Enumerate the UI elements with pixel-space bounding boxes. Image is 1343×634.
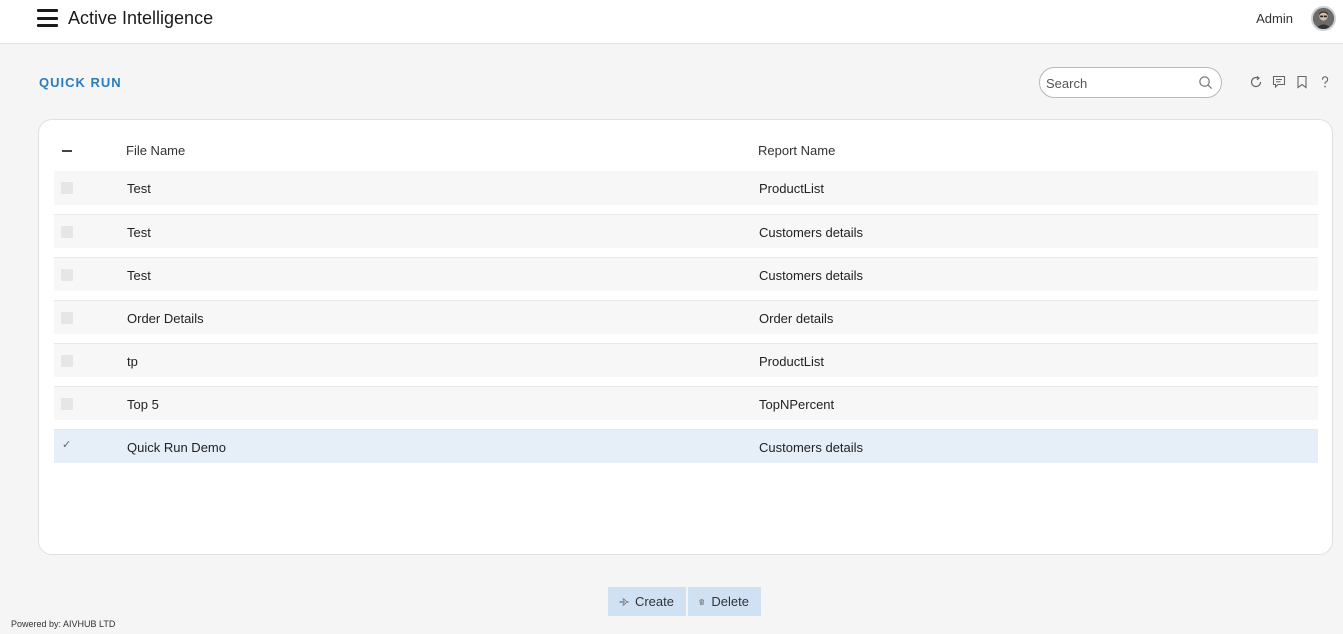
search-box[interactable] [1039, 67, 1222, 98]
toolbar-icons [1249, 74, 1332, 90]
row-checkbox[interactable] [61, 226, 73, 238]
cell-report-name: Customers details [759, 225, 864, 240]
checkmark-icon: ✓ [62, 439, 72, 451]
delete-button[interactable]: Delete [688, 587, 761, 616]
create-label: Create [634, 594, 674, 609]
row-checkbox[interactable] [61, 269, 73, 281]
table-row[interactable]: Test Customers details [54, 214, 1318, 248]
cell-file-name: Top 5 [127, 397, 159, 412]
airplane-icon [619, 598, 629, 605]
cell-file-name: tp [127, 354, 138, 369]
create-button[interactable]: Create [608, 587, 686, 616]
table-row[interactable]: ✓ Quick Run Demo Customers details [54, 429, 1318, 463]
action-bar: Create Delete [608, 587, 761, 616]
search-icon[interactable] [1198, 75, 1213, 90]
table-row[interactable]: Top 5 TopNPercent [54, 386, 1318, 420]
cell-report-name: TopNPercent [759, 397, 835, 412]
footer-credit: Powered by: AIVHUB LTD [11, 619, 116, 629]
table-row[interactable]: Test Customers details [54, 257, 1318, 291]
cell-report-name: Customers details [759, 440, 864, 455]
table-row[interactable]: tp ProductList [54, 343, 1318, 377]
row-checkbox[interactable] [61, 355, 73, 367]
cell-file-name: Order Details [127, 311, 204, 326]
trash-icon [699, 598, 705, 605]
row-checkbox[interactable] [61, 182, 73, 194]
cell-file-name: Test [127, 225, 151, 240]
bookmark-icon[interactable] [1295, 74, 1309, 90]
cell-report-name: Customers details [759, 268, 864, 283]
files-card: File Name Report Name Test ProductList Tes… [38, 119, 1333, 555]
cell-file-name: Test [127, 268, 151, 283]
delete-label: Delete [711, 594, 749, 609]
top-bar: Active Intelligence Admin [0, 0, 1343, 44]
cell-file-name: Test [127, 181, 151, 196]
search-input[interactable] [1046, 74, 1196, 92]
select-all-checkbox[interactable] [62, 150, 72, 152]
comment-icon[interactable] [1272, 74, 1286, 90]
table-body: Test ProductList Test Customers details Test… [54, 171, 1318, 472]
help-icon[interactable] [1318, 74, 1332, 90]
column-header-file-name[interactable]: File Name [126, 143, 185, 158]
cell-report-name: Order details [759, 311, 834, 326]
row-checkbox[interactable] [61, 398, 73, 410]
hamburger-icon[interactable] [37, 9, 58, 27]
user-name[interactable]: Admin [1256, 11, 1293, 26]
row-checkbox[interactable] [61, 312, 73, 324]
page-title: QUICK RUN [39, 75, 122, 90]
cell-report-name: ProductList [759, 181, 825, 196]
column-header-report-name[interactable]: Report Name [758, 143, 835, 158]
cell-file-name: Quick Run Demo [127, 440, 226, 455]
table-header: File Name Report Name [54, 140, 1318, 162]
table-row[interactable]: Test ProductList [54, 171, 1318, 205]
avatar[interactable] [1311, 6, 1336, 31]
table-row[interactable]: Order Details Order details [54, 300, 1318, 334]
refresh-icon[interactable] [1249, 74, 1263, 90]
app-title: Active Intelligence [68, 8, 214, 28]
cell-report-name: ProductList [759, 354, 825, 369]
